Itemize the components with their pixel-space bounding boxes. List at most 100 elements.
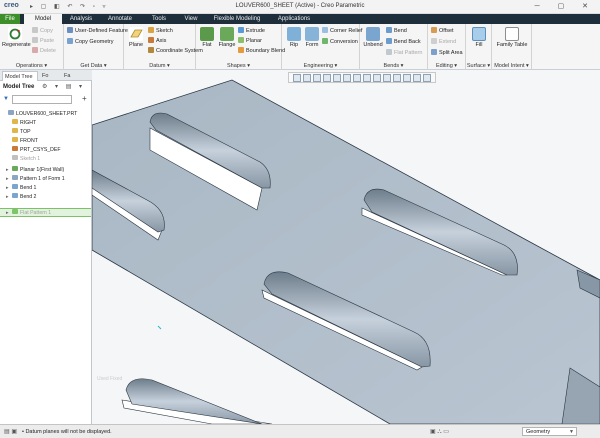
rip-label: Rip	[289, 42, 299, 48]
annotation-display-icon[interactable]	[383, 74, 391, 82]
group-label-operations[interactable]: Operations ▾	[0, 63, 63, 69]
tree-search-input[interactable]	[12, 95, 72, 104]
corner-relief-button[interactable]: Corner Relief	[322, 27, 362, 34]
axis-icon	[148, 37, 154, 43]
flange-button[interactable]: Flange	[217, 27, 237, 48]
filter-icon[interactable]: ▼	[3, 96, 9, 102]
spin-center-icon[interactable]	[393, 74, 401, 82]
tab-annotate[interactable]: Annotate	[102, 14, 138, 24]
selection-filter-select[interactable]: Geometry ▼	[522, 427, 577, 436]
tab-flexible-modeling[interactable]: Flexible Modeling	[208, 14, 266, 24]
louver-5	[121, 378, 273, 424]
tab-analysis[interactable]: Analysis	[64, 14, 98, 24]
corner-relief-icon	[322, 27, 328, 33]
tree-item[interactable]: Sketch 1	[0, 155, 91, 164]
group-label-get-data[interactable]: Get Data ▾	[64, 63, 123, 69]
extrude-button[interactable]: Extrude	[238, 27, 265, 34]
udf-button[interactable]: User-Defined Feature	[67, 27, 128, 34]
section-icon[interactable]	[363, 74, 371, 82]
tree-item[interactable]: FRONT	[0, 137, 91, 146]
group-get-data: User-Defined Feature Copy Geometry Get D…	[64, 24, 128, 70]
flat-button[interactable]: Flat	[199, 27, 215, 48]
tab-model-tree[interactable]: Model Tree	[2, 71, 38, 81]
view-manager-icon[interactable]	[333, 74, 341, 82]
flat-pattern-button[interactable]: Flat Pattern	[386, 49, 422, 56]
group-datum: Plane Sketch Axis Coordinate System Datu…	[124, 24, 203, 70]
tab-applications[interactable]: Applications	[272, 14, 316, 24]
pause-icon[interactable]	[423, 74, 431, 82]
tab-folder-browser[interactable]: Fo	[40, 71, 60, 81]
add-column-icon[interactable]: +	[82, 94, 87, 103]
tree-item[interactable]: ▸ Planar 1(First Wall)	[0, 166, 91, 175]
tree-item[interactable]: PRT_CSYS_DEF	[0, 146, 91, 155]
bend-label: Bend	[394, 28, 407, 34]
tree-item[interactable]: ▸ Pattern 1 of Form 1	[0, 175, 91, 184]
repaint-icon[interactable]	[323, 74, 331, 82]
appearance-icon[interactable]	[413, 74, 421, 82]
group-label-surface[interactable]: Surface ▾	[466, 63, 491, 69]
fill-button[interactable]: Fill	[469, 27, 489, 48]
split-area-icon	[431, 49, 437, 55]
zoom-in-icon[interactable]	[303, 74, 311, 82]
tree-item[interactable]: RIGHT	[0, 119, 91, 128]
bend-back-button[interactable]: Bend Back	[386, 38, 421, 45]
window-controls[interactable]: ─ ▢ ✕	[535, 2, 596, 10]
udf-icon	[67, 27, 73, 33]
tree-item-label: LOUVER600_SHEET.PRT	[16, 111, 78, 117]
display-style-icon[interactable]	[343, 74, 351, 82]
copy-button[interactable]: Copy	[32, 27, 53, 34]
zoom-out-icon[interactable]	[313, 74, 321, 82]
delete-button[interactable]: Delete	[32, 47, 56, 54]
form-icon	[305, 27, 319, 41]
group-label-shapes[interactable]: Shapes ▾	[196, 63, 281, 69]
tab-tools[interactable]: Tools	[144, 14, 174, 24]
plane-button[interactable]: Plane	[126, 27, 146, 48]
saved-orientations-icon[interactable]	[353, 74, 361, 82]
paste-button[interactable]: Paste	[32, 37, 54, 44]
group-label-editing[interactable]: Editing ▾	[428, 63, 465, 69]
tree-item[interactable]: ▸ Bend 1	[0, 184, 91, 193]
copy-geometry-button[interactable]: Copy Geometry	[67, 38, 114, 45]
tab-file[interactable]: File	[0, 14, 20, 24]
family-table-button[interactable]: Family Table	[496, 27, 528, 48]
sheetmetal-model	[92, 79, 600, 424]
conversion-icon	[322, 38, 328, 44]
perspective-icon[interactable]	[403, 74, 411, 82]
group-label-engineering[interactable]: Engineering ▾	[282, 63, 359, 69]
unbend-button[interactable]: Unbend	[363, 27, 383, 48]
planar-button[interactable]: Planar	[238, 37, 262, 44]
extend-button[interactable]: Extend	[431, 38, 456, 45]
tree-item[interactable]: LOUVER600_SHEET.PRT	[0, 110, 91, 119]
boundary-blend-button[interactable]: Boundary Blend	[238, 47, 285, 54]
refit-icon[interactable]	[293, 74, 301, 82]
boundary-blend-icon	[238, 47, 244, 53]
tab-model[interactable]: Model	[24, 14, 62, 24]
flange-icon	[220, 27, 234, 41]
regenerate-button[interactable]: Regenerate	[2, 27, 31, 48]
tab-favorites[interactable]: Fa	[62, 71, 82, 81]
axis-button[interactable]: Axis	[148, 37, 166, 44]
offset-button[interactable]: Offset	[431, 27, 454, 34]
paste-label: Paste	[40, 38, 55, 44]
split-area-button[interactable]: Split Area	[431, 49, 463, 56]
form-button[interactable]: Form	[303, 27, 321, 48]
tree-item[interactable]: TOP	[0, 128, 91, 137]
tree-item-label: Sketch 1	[20, 156, 41, 162]
tree-settings-menu[interactable]: ⚙ ▾ ▤ ▾	[42, 83, 85, 90]
group-label-bends[interactable]: Bends ▾	[360, 63, 427, 69]
csys-button[interactable]: Coordinate System	[148, 47, 203, 54]
status-right-icons[interactable]: ▣ ⛬ ▭	[430, 428, 449, 436]
group-label-datum[interactable]: Datum ▾	[124, 63, 195, 69]
datum-display-icon[interactable]	[373, 74, 381, 82]
status-icons[interactable]: ▤ ▣	[4, 428, 17, 435]
group-shapes: Flat Flange Extrude Planar Boundary Blen…	[196, 24, 285, 70]
group-label-model-intent[interactable]: Model Intent ▾	[492, 63, 531, 69]
graphics-window[interactable]: Used Fixed	[92, 70, 600, 424]
bend-button[interactable]: Bend	[386, 27, 407, 34]
tab-view[interactable]: View	[178, 14, 204, 24]
rip-button[interactable]: Rip	[285, 27, 303, 48]
sketch-button[interactable]: Sketch	[148, 27, 173, 34]
tree-item[interactable]: ▸ Bend 2	[0, 193, 91, 202]
conversion-button[interactable]: Conversion	[322, 38, 358, 45]
tree-item[interactable]: ▸ Flat Pattern 1	[0, 208, 91, 217]
